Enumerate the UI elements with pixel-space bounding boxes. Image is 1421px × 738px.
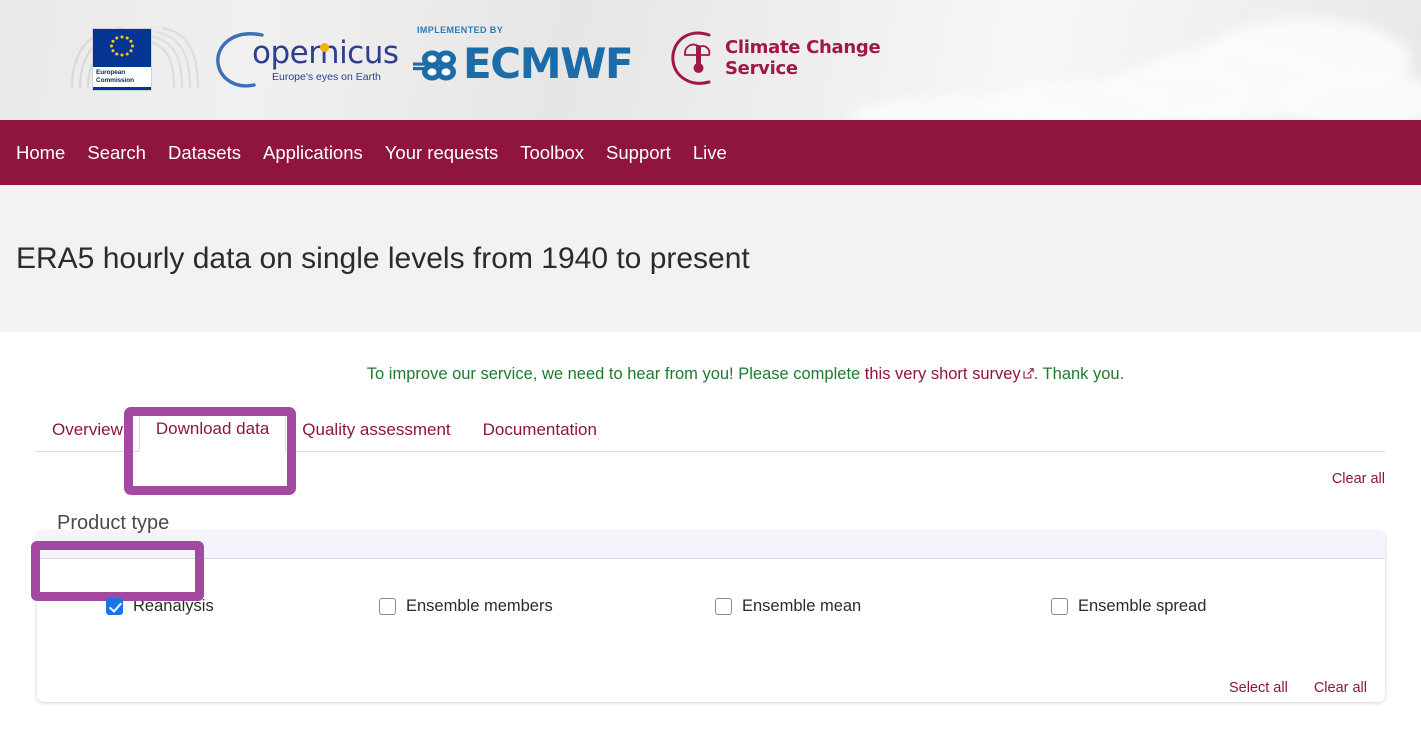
tab-quality-assessment[interactable]: Quality assessment xyxy=(286,410,466,452)
dataset-tabs: Overview Download data Quality assessmen… xyxy=(36,404,1385,452)
clear-all-link[interactable]: Clear all xyxy=(1314,680,1367,696)
nav-item-toolbox[interactable]: Toolbox xyxy=(509,138,595,168)
eu-flag: European Commission xyxy=(92,28,152,91)
nav-item-support[interactable]: Support xyxy=(595,138,682,168)
tab-download-data[interactable]: Download data xyxy=(138,408,287,452)
option-ensemble-spread[interactable]: Ensemble spread xyxy=(1051,597,1351,616)
ecmwf-implemented-by-label: IMPLEMENTED BY xyxy=(417,25,504,35)
copernicus-logo: opernicus Europe's eyes on Earth xyxy=(210,27,399,93)
eu-logo-label: European Commission xyxy=(93,67,151,87)
main-navigation: Home Search Datasets Applications Your r… xyxy=(0,120,1421,185)
dataset-tabs-wrapper: Overview Download data Quality assessmen… xyxy=(0,404,1421,495)
tab-overview[interactable]: Overview xyxy=(36,410,139,452)
option-ensemble-members[interactable]: Ensemble members xyxy=(379,597,715,616)
checkbox-reanalysis[interactable] xyxy=(106,598,123,615)
option-label-ensemble-mean: Ensemble mean xyxy=(742,597,862,615)
nav-item-datasets[interactable]: Datasets xyxy=(157,138,252,168)
nav-item-your-requests[interactable]: Your requests xyxy=(374,138,509,168)
eu-logo-underline xyxy=(93,87,151,90)
nav-item-applications[interactable]: Applications xyxy=(252,138,374,168)
checkbox-ensemble-mean[interactable] xyxy=(715,598,732,615)
copernicus-tagline: Europe's eyes on Earth xyxy=(272,71,381,83)
survey-text-before: To improve our service, we need to hear … xyxy=(366,365,865,383)
c3s-thermometer-icon xyxy=(671,31,711,85)
survey-text-after: . Thank you. xyxy=(1033,365,1125,383)
filters-toolbar: Clear all xyxy=(0,452,1421,488)
tab-documentation[interactable]: Documentation xyxy=(467,410,613,452)
logo-row: European Commission opernicus Europe's e… xyxy=(64,22,889,98)
option-label-ensemble-members: Ensemble members xyxy=(406,597,553,615)
clear-all-filters-link[interactable]: Clear all xyxy=(1332,471,1385,487)
nav-item-home[interactable]: Home xyxy=(14,138,76,168)
page-title: ERA5 hourly data on single levels from 1… xyxy=(16,241,750,275)
eu-flag-field xyxy=(93,29,151,67)
c3s-line2: Service xyxy=(725,58,798,79)
checkbox-ensemble-members[interactable] xyxy=(379,598,396,615)
survey-link[interactable]: this very short survey xyxy=(865,365,1021,383)
eu-stars-icon xyxy=(110,35,134,57)
option-ensemble-mean[interactable]: Ensemble mean xyxy=(715,597,1051,616)
copernicus-dot-icon xyxy=(320,43,329,52)
external-link-icon xyxy=(1023,365,1034,379)
survey-notice-text: To improve our service, we need to hear … xyxy=(297,365,1124,384)
nav-item-live[interactable]: Live xyxy=(682,138,738,168)
ecmwf-emblem-icon xyxy=(413,50,456,81)
ecmwf-wordmark: ECMWF xyxy=(463,39,634,88)
climate-change-service-logo: Climate Change Service xyxy=(669,25,889,95)
eu-label-line2: Commission xyxy=(96,76,135,84)
ecmwf-logo: IMPLEMENTED BY ECMWF xyxy=(409,25,639,95)
c3s-wordmark: Climate Change Service xyxy=(725,37,881,79)
product-type-panel-footer: Select all Clear all xyxy=(1229,680,1367,696)
site-banner: European Commission opernicus Europe's e… xyxy=(0,0,1421,120)
copernicus-wordmark: opernicus xyxy=(252,35,399,71)
select-all-link[interactable]: Select all xyxy=(1229,680,1288,696)
option-label-reanalysis: Reanalysis xyxy=(133,597,214,615)
product-type-header-label: Product type xyxy=(57,512,170,534)
option-label-ensemble-spread: Ensemble spread xyxy=(1078,597,1207,615)
page-title-band: ERA5 hourly data on single levels from 1… xyxy=(0,185,1421,332)
checkbox-ensemble-spread[interactable] xyxy=(1051,598,1068,615)
product-type-options: Reanalysis Ensemble members Ensemble mea… xyxy=(37,559,1385,616)
eu-commission-logo: European Commission xyxy=(64,22,204,98)
survey-notice: To improve our service, we need to hear … xyxy=(0,332,1421,384)
eu-label-line1: European xyxy=(96,69,126,76)
product-type-panel-wrapper: Product type Reanalysis Ensemble members… xyxy=(0,488,1421,702)
product-type-panel: Product type Reanalysis Ensemble members… xyxy=(31,512,1385,702)
product-type-panel-header: Product type xyxy=(37,512,1385,559)
c3s-line1: Climate Change xyxy=(725,37,881,58)
option-reanalysis[interactable]: Reanalysis xyxy=(37,597,379,616)
nav-item-search[interactable]: Search xyxy=(76,138,157,168)
